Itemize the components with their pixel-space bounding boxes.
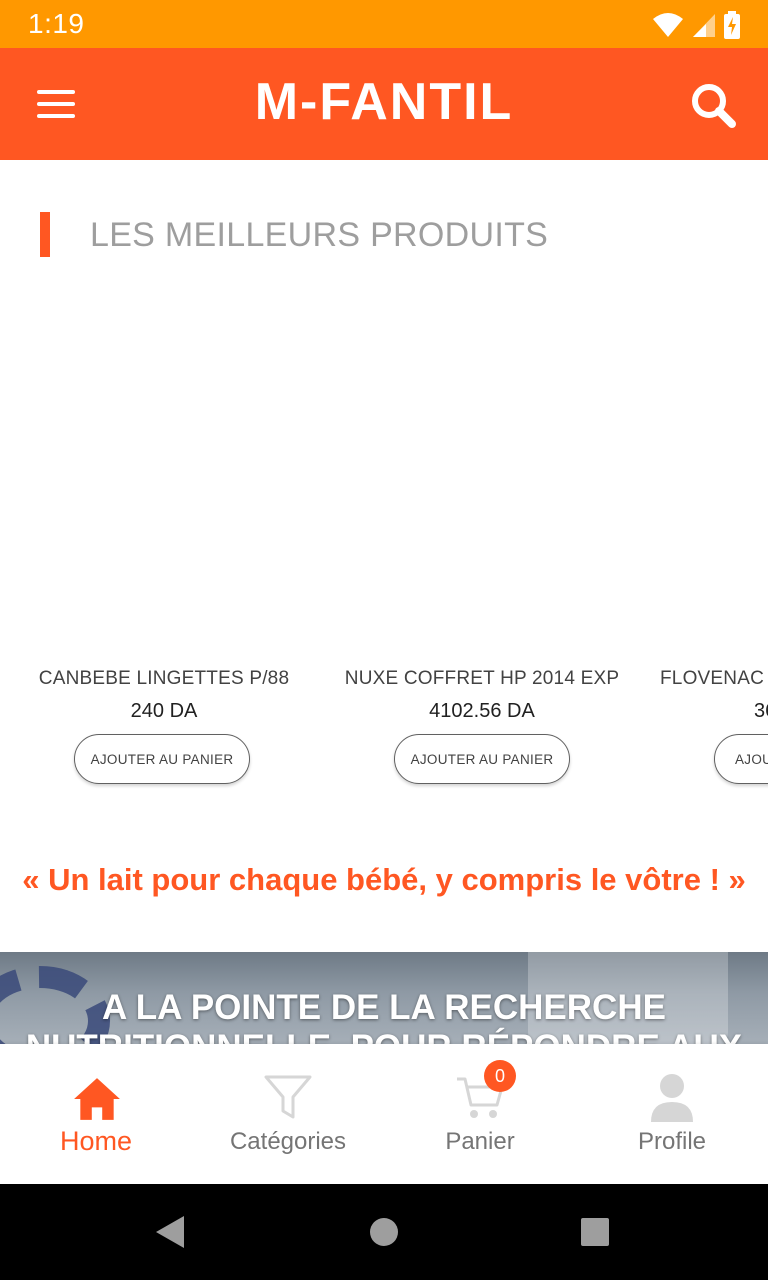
app-title: M-FANTIL (254, 73, 514, 131)
search-icon (692, 84, 736, 128)
battery-icon (724, 11, 740, 39)
home-circle-icon (370, 1218, 398, 1246)
nav-label-home: Home (59, 1126, 133, 1156)
section-header: LES MEILLEURS PRODUITS (0, 212, 768, 258)
promo-text: « Un lait pour chaque bébé, y compris le… (22, 862, 746, 897)
back-icon (156, 1216, 184, 1248)
back-button[interactable] (122, 1184, 218, 1280)
filter-icon (264, 1075, 312, 1119)
status-bar: 1:19 (0, 0, 768, 48)
search-button[interactable] (686, 78, 742, 134)
recents-icon (581, 1218, 609, 1246)
product-image[interactable] (660, 290, 768, 650)
nav-item-categories[interactable]: Catégories (192, 1044, 384, 1184)
app-bar: M-FANTIL (0, 48, 768, 160)
section-title: LES MEILLEURS PRODUITS (90, 216, 549, 254)
nav-label-categories: Catégories (229, 1128, 347, 1155)
product-image[interactable] (4, 290, 324, 650)
wifi-icon (653, 13, 683, 37)
add-to-cart-button[interactable]: AJOU (714, 734, 768, 784)
bottom-navigation: Home Catégories 0 Panier Profile (0, 1044, 768, 1184)
cart-badge: 0 (484, 1060, 516, 1092)
nav-item-home[interactable]: Home (0, 1044, 192, 1184)
product-image[interactable] (322, 290, 642, 650)
system-navigation-bar (0, 1184, 768, 1280)
product-price: 36 (754, 700, 768, 722)
add-to-cart-button[interactable]: AJOUTER AU PANIER (74, 734, 250, 784)
product-name: FLOVENAC 7 (660, 668, 768, 689)
nav-label-cart: Panier (445, 1128, 515, 1155)
nav-label-profile: Profile (637, 1128, 707, 1155)
product-card[interactable]: NUXE COFFRET HP 2014 EXP 4102.56 DA AJOU… (322, 290, 642, 800)
product-name: CANBEBE LINGETTES P/88 (38, 668, 290, 689)
product-price: 240 DA (130, 700, 198, 722)
nav-item-cart[interactable]: 0 Panier (384, 1044, 576, 1184)
product-name: NUXE COFFRET HP 2014 EXP (344, 668, 620, 689)
status-icons (652, 10, 740, 40)
product-price: 4102.56 DA (429, 700, 535, 722)
product-card[interactable]: FLOVENAC 7 36 AJOU (660, 290, 768, 800)
banner-text: A LA POINTE DE LA RECHERCHE NUTRITIONNEL… (26, 988, 742, 1044)
system-home-button[interactable] (336, 1184, 432, 1280)
add-to-cart-button[interactable]: AJOUTER AU PANIER (394, 734, 570, 784)
recents-button[interactable] (547, 1184, 643, 1280)
status-time: 1:19 (28, 8, 85, 39)
nav-item-profile[interactable]: Profile (576, 1044, 768, 1184)
profile-icon (651, 1074, 693, 1122)
section-accent-bar (40, 212, 50, 257)
signal-icon (693, 14, 715, 37)
home-icon (74, 1078, 120, 1120)
promo-banner[interactable]: A LA POINTE DE LA RECHERCHE NUTRITIONNEL… (0, 952, 768, 1044)
product-card[interactable]: CANBEBE LINGETTES P/88 240 DA AJOUTER AU… (4, 290, 324, 800)
products-carousel[interactable]: CANBEBE LINGETTES P/88 240 DA AJOUTER AU… (0, 290, 768, 800)
